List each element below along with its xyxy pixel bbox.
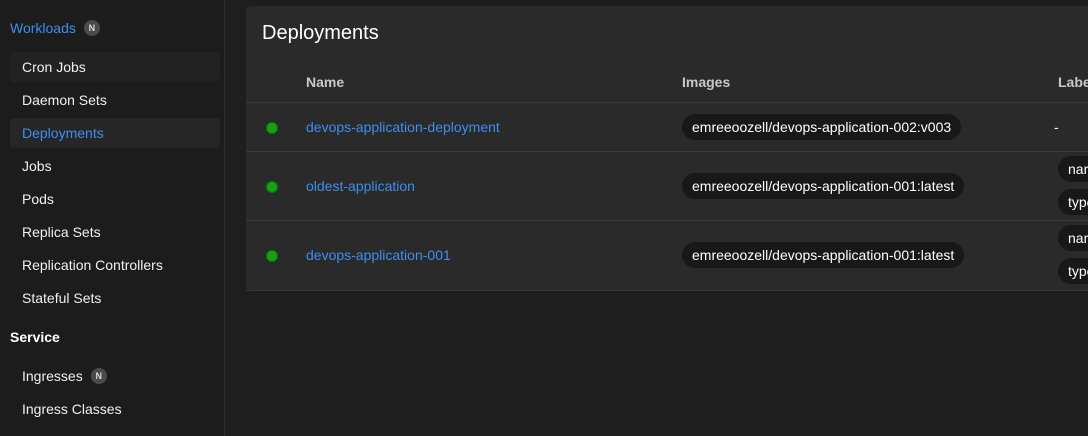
deployment-name-link[interactable]: oldest-application	[306, 178, 415, 194]
sidebar-item-cron-jobs[interactable]: Cron Jobs	[10, 52, 220, 82]
sidebar-item-pods[interactable]: Pods	[10, 184, 220, 214]
deployments-card: Deployments Name Images Labe devops-appl…	[246, 6, 1088, 291]
sidebar-section-workloads[interactable]: Workloads N	[10, 20, 100, 36]
label-chip: nar	[1058, 225, 1088, 251]
sidebar-section-service[interactable]: Service	[10, 329, 60, 345]
new-badge: N	[83, 20, 100, 36]
sidebar-item-jobs[interactable]: Jobs	[10, 151, 220, 181]
table-row[interactable]: devops-application-deployment emreeoozel…	[246, 102, 1088, 152]
sidebar-item-ingress-classes[interactable]: Ingress Classes	[10, 394, 220, 424]
status-running-icon	[266, 122, 278, 134]
sidebar-item-daemon-sets[interactable]: Daemon Sets	[10, 85, 220, 115]
sidebar-item-replica-sets[interactable]: Replica Sets	[10, 217, 220, 247]
label-chip: type	[1058, 189, 1088, 215]
sidebar-item-stateful-sets[interactable]: Stateful Sets	[10, 283, 220, 313]
deployment-name-link[interactable]: devops-application-001	[306, 247, 451, 263]
status-running-icon	[266, 181, 278, 193]
label-chip: nar	[1058, 156, 1088, 182]
sidebar-section-service-label: Service	[10, 329, 60, 345]
new-badge: N	[90, 368, 107, 384]
sidebar-item-label: Jobs	[22, 158, 52, 174]
sidebar-item-ingresses[interactable]: Ingresses N	[10, 361, 220, 391]
image-chip: emreeoozell/devops-application-002:v003	[682, 114, 962, 140]
column-header-labels[interactable]: Labe	[1058, 74, 1088, 90]
sidebar-item-label: Pods	[22, 191, 54, 207]
labels-empty: -	[1054, 119, 1059, 135]
sidebar-item-label: Daemon Sets	[22, 92, 107, 108]
image-chip: emreeoozell/devops-application-001:lates…	[682, 173, 965, 199]
sidebar-item-label: Replication Controllers	[22, 257, 163, 273]
table-row[interactable]: oldest-application emreeoozell/devops-ap…	[246, 151, 1088, 221]
sidebar-item-label: Stateful Sets	[22, 290, 102, 306]
sidebar-item-label: Ingresses	[22, 368, 83, 384]
sidebar-section-workloads-label: Workloads	[10, 20, 76, 36]
table-row[interactable]: devops-application-001 emreeoozell/devop…	[246, 220, 1088, 291]
column-header-name[interactable]: Name	[306, 74, 344, 90]
label-chip: type	[1058, 258, 1088, 284]
sidebar-item-label: Replica Sets	[22, 224, 101, 240]
page-title: Deployments	[262, 22, 379, 44]
sidebar: Workloads N Cron Jobs Daemon Sets Deploy…	[0, 0, 225, 436]
image-chip: emreeoozell/devops-application-001:lates…	[682, 242, 965, 268]
status-running-icon	[266, 250, 278, 262]
sidebar-item-replication-controllers[interactable]: Replication Controllers	[10, 250, 220, 280]
sidebar-item-label: Deployments	[22, 125, 104, 141]
sidebar-item-deployments[interactable]: Deployments	[10, 118, 220, 148]
column-header-images[interactable]: Images	[682, 74, 730, 90]
sidebar-item-label: Ingress Classes	[22, 401, 122, 417]
sidebar-item-label: Cron Jobs	[22, 59, 86, 75]
deployment-name-link[interactable]: devops-application-deployment	[306, 119, 500, 135]
